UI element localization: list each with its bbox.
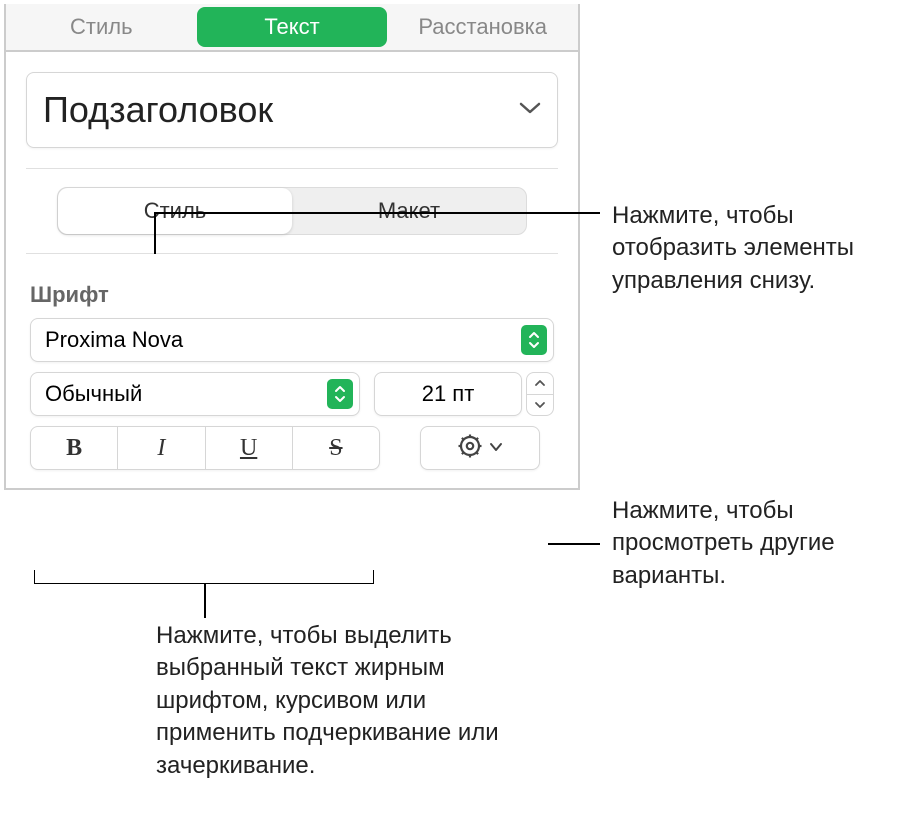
callout-line	[548, 543, 600, 545]
callout-gear: Нажмите, чтобы просмотреть другие вариан…	[612, 495, 912, 592]
font-size-field[interactable]: 21 пт	[374, 372, 522, 416]
strike-button[interactable]: S	[292, 427, 379, 469]
updown-icon	[521, 325, 547, 355]
font-family-value: Proxima Nova	[45, 327, 183, 353]
typeface-select[interactable]: Обычный	[30, 372, 360, 416]
italic-button[interactable]: I	[117, 427, 204, 469]
font-family-select[interactable]: Proxima Nova	[30, 318, 554, 362]
callout-line	[154, 212, 156, 254]
stepper-down[interactable]	[527, 395, 553, 416]
typeface-value: Обычный	[45, 381, 142, 407]
chevron-down-icon	[489, 439, 503, 457]
bold-button[interactable]: B	[31, 427, 117, 469]
divider	[26, 168, 558, 169]
tab-text[interactable]: Текст	[197, 7, 388, 47]
callout-line	[154, 212, 600, 214]
advanced-options-button[interactable]	[420, 426, 540, 470]
paragraph-style-label: Подзаголовок	[43, 89, 273, 131]
callout-segmented: Нажмите, чтобы отобразить элементы управ…	[612, 200, 921, 297]
style-layout-segmented: Стиль Макет	[57, 187, 527, 235]
underline-button[interactable]: U	[205, 427, 292, 469]
segment-layout[interactable]: Макет	[292, 188, 526, 234]
updown-icon	[327, 379, 353, 409]
callout-bius: Нажмите, чтобы выделить выбранный текст …	[156, 620, 536, 782]
inspector-tabs: Стиль Текст Расстановка	[6, 4, 578, 52]
divider	[26, 253, 558, 254]
callout-line	[204, 584, 206, 618]
segment-style[interactable]: Стиль	[58, 188, 292, 234]
chevron-down-icon	[519, 101, 541, 120]
stepper-up[interactable]	[527, 373, 553, 395]
paragraph-style-select[interactable]: Подзаголовок	[26, 72, 558, 148]
font-size-stepper	[526, 372, 554, 416]
tab-arrange[interactable]: Расстановка	[387, 4, 578, 50]
bius-group: B I U S	[30, 426, 380, 470]
format-inspector-panel: Стиль Текст Расстановка Подзаголовок Сти…	[4, 4, 580, 490]
font-size-value: 21 пт	[422, 381, 475, 407]
font-section-label: Шрифт	[30, 282, 554, 308]
tab-style[interactable]: Стиль	[6, 4, 197, 50]
callout-bracket	[34, 570, 374, 584]
gear-icon	[457, 433, 483, 464]
